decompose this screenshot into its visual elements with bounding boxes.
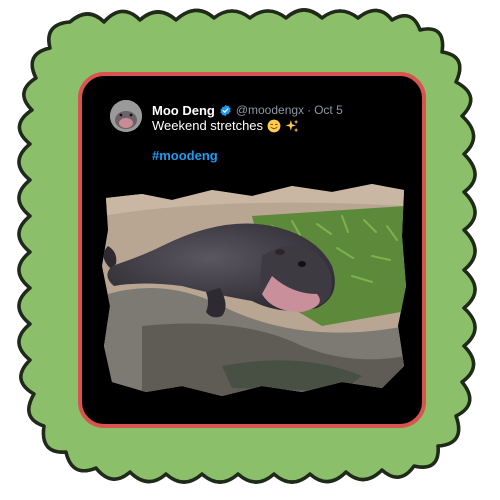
hashtag-link[interactable]: #moodeng [152, 148, 218, 163]
tweet-body: Weekend stretches [152, 118, 264, 133]
tweet-header: Moo Deng @moodengx · Oct 5 [152, 101, 343, 119]
tweet-card[interactable]: Moo Deng @moodengx · Oct 5 Weekend stret… [78, 72, 426, 428]
display-name[interactable]: Moo Deng [152, 103, 215, 118]
header-separator: · [307, 103, 312, 117]
tweet-date[interactable]: Oct 5 [314, 103, 343, 117]
photo-baby-hippo-stretching[interactable] [102, 176, 406, 401]
smiling-face-emoji [267, 119, 281, 132]
hippo-avatar-icon[interactable] [110, 100, 142, 132]
user-handle[interactable]: @moodengx [236, 103, 304, 117]
sparkles-emoji [285, 119, 299, 132]
tweet-text: Weekend stretches [152, 118, 299, 133]
verified-badge-icon [220, 104, 231, 116]
